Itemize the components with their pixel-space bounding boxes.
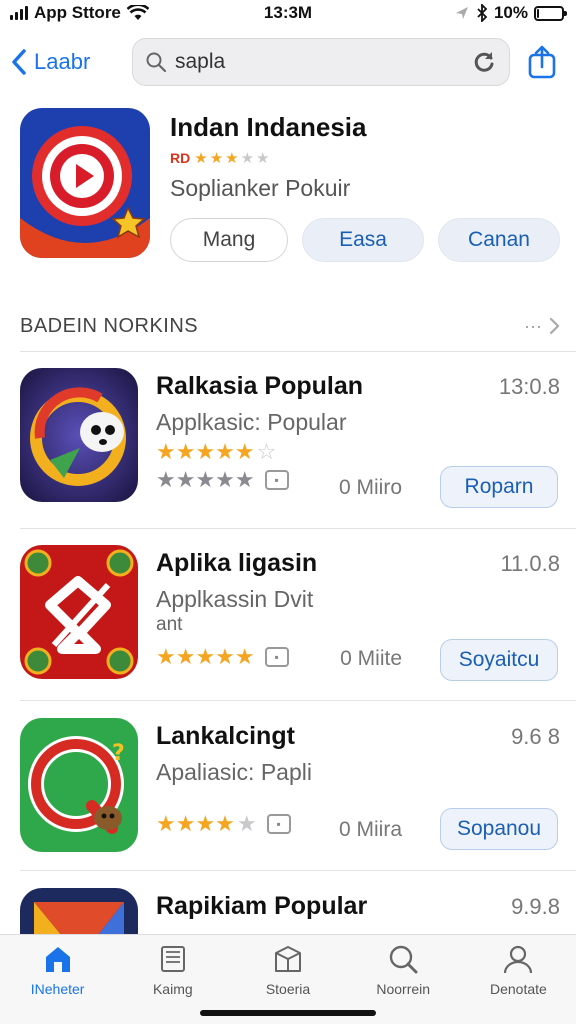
tab-label: Denotate (490, 981, 547, 997)
badge-icon: ▪ (266, 814, 291, 834)
share-icon (528, 45, 556, 79)
signal-icon (10, 6, 28, 20)
featured-app-title: Indan Indanesia (170, 112, 367, 142)
star-icon: ★ (194, 150, 208, 167)
app-subtitle-extra: ant (156, 614, 183, 635)
section-title: BADEIN NORKINS (20, 314, 199, 337)
list-item[interactable]: ? Lankalcingt Apaliasic: Papli 9.6 8 ★★★… (20, 718, 560, 868)
chevron-left-icon (12, 49, 26, 75)
section-header: BADEIN NORKINS ··· (20, 306, 560, 346)
share-button[interactable] (524, 44, 560, 80)
list-item[interactable]: Aplika ligasin Applkassin Dvit ant 11.0.… (20, 545, 560, 695)
app-subtitle: Apaliasic: Papli (156, 759, 312, 785)
app-size: 0 Miite (340, 647, 402, 670)
app-version: 13:0.8 (498, 374, 560, 399)
see-more-button[interactable]: ··· (524, 316, 560, 337)
search-icon (146, 52, 167, 73)
more-dots: ··· (524, 315, 542, 336)
star-icon: ★ (236, 811, 257, 836)
app-size: 0 Miira (338, 818, 402, 841)
star-icon: ★ (256, 150, 270, 167)
featured-button-1[interactable]: Mang (170, 218, 288, 262)
star-icon: ★ (209, 150, 224, 167)
badge-icon: ▪ (264, 470, 289, 490)
star-icon: ★★★★ (156, 811, 235, 836)
star-icon: ★★★★★ (156, 644, 255, 669)
featured-button-2[interactable]: Easa (302, 218, 424, 262)
featured-app[interactable]: Indan Indanesia RD ★ ★ ★ ★ ★ Soplianker … (20, 108, 560, 263)
star-icon: ★★★★★ (156, 467, 255, 492)
battery-fill (537, 8, 540, 18)
app-subtitle: Applkasic: Popular (156, 409, 347, 435)
divider (20, 528, 576, 529)
get-button[interactable]: Roparn (440, 466, 558, 508)
star-icon: ★ (225, 150, 239, 167)
divider (20, 351, 576, 352)
battery-percent: 10% (493, 3, 528, 22)
divider (20, 870, 576, 871)
wifi-icon (126, 5, 149, 20)
featured-button-3[interactable]: Canan (438, 218, 560, 262)
tab-label: Stoeria (265, 981, 311, 997)
tab-profile[interactable]: Denotate (461, 935, 576, 1024)
home-indicator[interactable] (200, 1010, 376, 1016)
tab-label: Noorrein (376, 981, 431, 997)
search-icon (390, 945, 418, 974)
app-name: Rapikiam Popular (156, 892, 368, 920)
app-rating: ★★★★★ ☆ (156, 441, 560, 463)
app-icon[interactable] (20, 368, 138, 502)
tab-label: Kaimg (152, 981, 193, 997)
store-icon (275, 946, 301, 972)
book-icon (160, 946, 185, 972)
featured-rating: RD ★ ★ ★ ★ ★ (170, 149, 560, 167)
get-button[interactable]: Sopanou (440, 808, 558, 850)
list-item[interactable]: Ralkasia Populan Applkasic: Popular 13:0… (20, 368, 560, 518)
featured-app-subtitle: Soplianker Pokuir (170, 175, 351, 201)
person-icon (504, 945, 533, 974)
star-icon: ★ (240, 150, 255, 167)
tab-bar: INeheter Kaimg Stoeria Noorrein Denotate (0, 934, 576, 1024)
search-bar[interactable] (132, 38, 510, 86)
star-icon: ☆ (256, 439, 277, 464)
battery-icon (534, 5, 567, 21)
get-button[interactable]: Soyaitcu (440, 639, 558, 681)
nav-bar: Laabr (0, 32, 576, 92)
app-version: 9.6 8 (511, 724, 560, 749)
bluetooth-icon (477, 4, 488, 22)
search-input[interactable] (175, 50, 463, 74)
back-button[interactable]: Laabr (10, 48, 132, 76)
app-icon[interactable] (20, 545, 138, 679)
app-icon[interactable]: ? (20, 718, 138, 852)
refresh-icon[interactable] (471, 49, 497, 75)
divider (20, 700, 576, 701)
app-name: Lankalcingt (156, 722, 295, 750)
tab-home[interactable]: INeheter (0, 935, 115, 1024)
carrier-label: App Sttore (34, 3, 121, 22)
svg-text:?: ? (112, 741, 125, 766)
app-size: 0 Miiro (338, 476, 402, 499)
star-icon: ★★★★★ (156, 439, 255, 464)
tab-label: INeheter (30, 981, 85, 997)
featured-app-icon[interactable] (20, 108, 150, 258)
back-label: Laabr (34, 49, 91, 74)
app-version: 11.0.8 (500, 551, 560, 576)
app-subtitle: Applkassin Dvit (156, 586, 314, 612)
app-version: 9.9.8 (511, 894, 560, 919)
badge-icon: ▪ (264, 647, 289, 667)
location-icon (455, 7, 468, 19)
app-name: Aplika ligasin (156, 549, 318, 577)
chevron-right-icon (549, 317, 560, 335)
rating-code: RD (170, 150, 191, 166)
home-icon (45, 947, 70, 972)
status-bar: App Sttore 13:3M 10% (0, 0, 576, 26)
